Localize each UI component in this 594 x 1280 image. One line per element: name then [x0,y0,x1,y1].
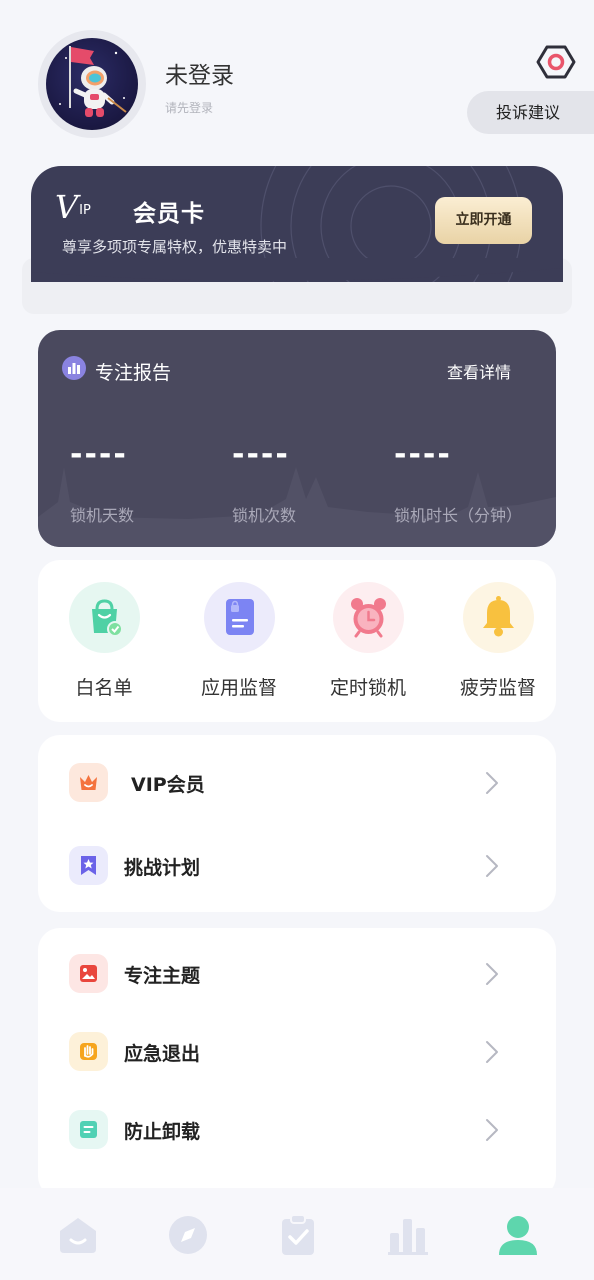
alarm-clock-icon [332,582,404,653]
chevron-right-icon [486,963,498,985]
chevron-right-icon [486,855,498,877]
lock-duration-label: 锁机时长（分钟） [394,506,523,525]
nav-profile[interactable] [496,1213,540,1257]
avatar[interactable] [38,30,146,138]
tool-label: 白名单 [75,677,133,699]
tool-whitelist[interactable]: 白名单 [54,582,154,700]
chevron-right-icon [486,1119,498,1141]
chevron-right-icon [486,772,498,794]
menu-item-vip[interactable]: VIP会员 [38,753,556,813]
shopping-bag-icon [68,582,140,653]
view-details-link[interactable]: 查看详情 [447,359,511,383]
tool-app-supervision[interactable]: 应用监督 [189,582,289,700]
tool-label: 定时锁机 [329,677,406,699]
lock-count-value: ---- [232,437,290,472]
bar-chart-icon [388,1219,428,1255]
image-icon [69,954,108,993]
tool-fatigue-supervision[interactable]: 疲劳监督 [448,582,548,700]
bottom-navigation [0,1188,594,1280]
menu-item-focus-theme[interactable]: 专注主题 [38,944,556,1004]
clipboard-check-icon [282,1214,314,1255]
crown-icon [69,763,108,802]
menu-group-settings: 专注主题 应急退出 防止卸载 [38,928,556,1198]
user-icon [499,1216,537,1255]
chevron-right-icon [486,1041,498,1063]
vip-card-curve [31,258,563,282]
vip-card-description: 尊享多项项专属特权，优惠特卖中 [62,238,288,256]
lock-days-label: 锁机天数 [70,506,135,525]
tools-grid: 白名单 应用监督 定时锁机 疲劳监督 [38,560,556,722]
nav-statistics[interactable] [386,1213,430,1257]
vip-card-title: 会员卡 [133,201,205,227]
lock-count-label: 锁机次数 [232,506,297,525]
lock-duration-value: ---- [394,437,452,472]
login-hint[interactable]: 请先登录 [165,99,213,116]
menu-item-emergency-exit[interactable]: 应急退出 [38,1022,556,1082]
home-icon [60,1218,96,1253]
menu-label: 挑战计划 [124,857,201,879]
menu-group-membership: VIP会员 挑战计划 [38,735,556,912]
complaint-button[interactable]: 投诉建议 [467,91,594,134]
nav-home[interactable] [56,1213,100,1257]
menu-label: 应急退出 [124,1043,201,1065]
menu-label: VIP会员 [131,774,205,796]
tool-label: 应用监督 [200,677,277,699]
report-title: 专注报告 [95,362,172,384]
astronaut-avatar-image [46,38,138,130]
nav-discover[interactable] [166,1213,210,1257]
open-vip-button[interactable]: 立即开通 [435,197,532,244]
mountains-decoration [38,467,556,547]
hand-icon [69,1032,108,1071]
vip-logo: V IP [55,188,91,226]
lock-days-value: ---- [70,437,128,472]
tool-label: 疲劳监督 [459,677,536,699]
nav-tasks[interactable] [276,1213,320,1257]
settings-hexagon-icon [536,45,576,79]
menu-label: 防止卸载 [124,1121,201,1143]
bookmark-star-icon [69,846,108,885]
menu-item-challenge-plan[interactable]: 挑战计划 [38,836,556,896]
settings-button[interactable] [536,42,576,82]
tool-timed-lock[interactable]: 定时锁机 [318,582,418,700]
compass-icon [169,1216,207,1254]
bell-icon [462,582,534,653]
menu-label: 专注主题 [124,965,201,987]
document-lock-icon [203,582,275,653]
report-chart-icon [62,356,86,380]
user-name[interactable]: 未登录 [165,56,234,90]
menu-item-prevent-uninstall[interactable]: 防止卸载 [38,1100,556,1160]
document-icon [69,1110,108,1149]
focus-report-card[interactable]: 专注报告 查看详情 ---- 锁机天数 ---- 锁机次数 ---- 锁机时长（… [38,330,556,547]
